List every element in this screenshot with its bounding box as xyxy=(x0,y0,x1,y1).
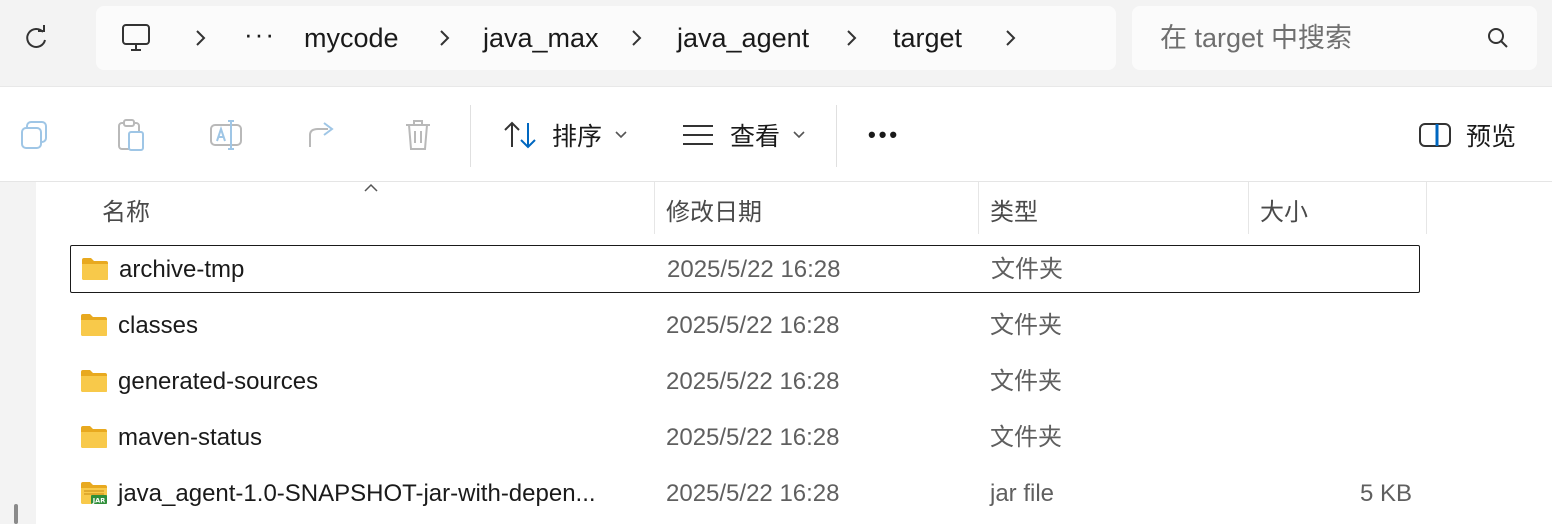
toolbar-separator xyxy=(836,105,837,167)
trash-icon xyxy=(406,120,430,150)
jar-file-icon: JAR xyxy=(81,482,107,505)
preview-pane-icon xyxy=(1419,123,1451,147)
file-modified: 2025/5/22 16:28 xyxy=(666,480,840,507)
paste-button[interactable] xyxy=(112,117,148,153)
file-row[interactable]: archive-tmp 2025/5/22 16:28 文件夹 xyxy=(70,245,1420,293)
column-header-type[interactable]: 类型 xyxy=(990,192,1038,227)
file-modified: 2025/5/22 16:28 xyxy=(666,424,840,451)
file-list-area: 名称 修改日期 类型 大小 archive-tmp 2025/5/22 16:2… xyxy=(0,182,1552,524)
view-list-icon xyxy=(683,125,713,145)
chevron-down-icon xyxy=(792,130,806,140)
toolbar-separator xyxy=(470,105,471,167)
refresh-icon xyxy=(26,25,46,48)
share-icon xyxy=(309,122,334,147)
sort-icon xyxy=(504,121,536,149)
navigation-pane xyxy=(0,182,36,524)
column-divider[interactable] xyxy=(978,182,979,234)
jar-badge-text: JAR xyxy=(92,497,105,505)
chevron-right-icon[interactable] xyxy=(190,28,210,48)
folder-icon xyxy=(82,258,108,280)
file-name: maven-status xyxy=(118,424,263,451)
more-button[interactable]: ••• xyxy=(868,111,900,159)
file-row[interactable]: classes 2025/5/22 16:28 文件夹 xyxy=(70,302,1420,350)
scrollbar-thumb[interactable] xyxy=(14,504,18,524)
search-icon xyxy=(1488,28,1508,48)
preview-pane-button[interactable]: 预览 xyxy=(1418,111,1516,159)
column-header-row: 名称 修改日期 类型 大小 xyxy=(36,182,1436,234)
sort-button[interactable]: 排序 xyxy=(502,111,628,159)
file-name: classes xyxy=(118,312,199,339)
view-button[interactable]: 查看 xyxy=(682,111,806,159)
chevron-down-icon xyxy=(614,130,628,140)
breadcrumb-java-max[interactable]: java_max xyxy=(483,6,599,70)
file-type: 文件夹 xyxy=(991,256,1063,283)
share-button[interactable] xyxy=(304,117,340,153)
chevron-right-icon[interactable] xyxy=(1000,28,1020,48)
file-type: jar file xyxy=(990,480,1055,507)
file-type: 文件夹 xyxy=(990,368,1062,395)
this-pc-button[interactable] xyxy=(120,20,152,56)
file-row[interactable]: generated-sources 2025/5/22 16:28 文件夹 xyxy=(70,358,1420,406)
file-type: 文件夹 xyxy=(990,424,1062,451)
column-divider[interactable] xyxy=(1426,182,1427,234)
chevron-right-icon[interactable] xyxy=(841,28,861,48)
breadcrumb-mycode[interactable]: mycode xyxy=(304,6,399,70)
file-row[interactable]: maven-status 2025/5/22 16:28 文件夹 xyxy=(70,414,1420,462)
file-modified: 2025/5/22 16:28 xyxy=(666,312,840,339)
file-name: generated-sources xyxy=(118,368,319,395)
chevron-right-icon[interactable] xyxy=(626,28,646,48)
paste-icon xyxy=(118,119,144,151)
search-input[interactable] xyxy=(1160,6,1480,70)
column-header-name[interactable]: 名称 xyxy=(102,192,150,227)
rename-icon xyxy=(210,120,242,150)
sort-label: 排序 xyxy=(552,123,603,151)
column-header-modified[interactable]: 修改日期 xyxy=(666,192,762,227)
breadcrumb-overflow[interactable]: ··· xyxy=(244,2,276,66)
search-box[interactable] xyxy=(1132,6,1537,70)
preview-label: 预览 xyxy=(1466,123,1517,151)
command-bar: 排序 查看 ••• 预览 xyxy=(0,86,1552,182)
file-type: 文件夹 xyxy=(990,312,1062,339)
file-size: 5 KB xyxy=(1359,480,1412,507)
file-row[interactable]: JAR java_agent-1.0-SNAPSHOT-jar-with-dep… xyxy=(70,470,1420,518)
file-name: java_agent-1.0-SNAPSHOT-jar-with-depen..… xyxy=(118,480,596,507)
folder-icon xyxy=(81,370,107,392)
folder-icon xyxy=(81,314,107,336)
breadcrumb[interactable]: ··· mycode java_max java_agent target xyxy=(96,6,1116,70)
chevron-right-icon[interactable] xyxy=(434,28,454,48)
file-modified: 2025/5/22 16:28 xyxy=(667,256,841,283)
copy-button[interactable] xyxy=(16,117,52,153)
delete-button[interactable] xyxy=(400,117,436,153)
view-label: 查看 xyxy=(730,123,781,151)
breadcrumb-java-agent[interactable]: java_agent xyxy=(677,6,809,70)
search-button[interactable] xyxy=(1484,24,1512,52)
file-name: archive-tmp xyxy=(119,256,245,283)
copy-icon xyxy=(21,121,47,149)
breadcrumb-target[interactable]: target xyxy=(893,6,962,70)
refresh-button[interactable] xyxy=(14,16,58,60)
rename-button[interactable] xyxy=(208,117,244,153)
column-header-size[interactable]: 大小 xyxy=(1260,192,1308,227)
file-modified: 2025/5/22 16:28 xyxy=(666,368,840,395)
more-icon: ••• xyxy=(868,122,901,147)
folder-icon xyxy=(81,426,107,448)
monitor-icon xyxy=(122,24,150,51)
column-divider[interactable] xyxy=(1248,182,1249,234)
address-row: ··· mycode java_max java_agent target xyxy=(0,0,1552,86)
column-divider[interactable] xyxy=(654,182,655,234)
